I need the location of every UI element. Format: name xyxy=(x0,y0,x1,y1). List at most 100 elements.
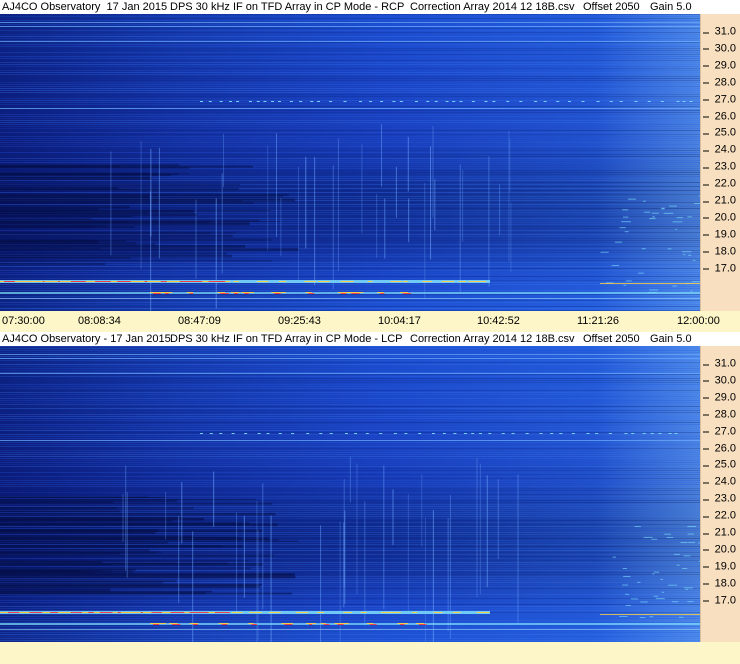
noise-stripe xyxy=(0,636,700,637)
noise-stripe xyxy=(0,426,700,427)
signal-dot xyxy=(236,101,240,102)
emission-speckle xyxy=(600,251,609,253)
lcp-spectrogram-panel: AJ4CO Observatory - 17 Jan 2015 DPS 30 k… xyxy=(0,332,740,664)
vertical-burst xyxy=(262,483,264,610)
noise-stripe xyxy=(0,122,700,123)
vertical-burst xyxy=(479,463,481,595)
interference-band-hot xyxy=(400,624,405,625)
noise-stripe xyxy=(0,118,700,119)
noise-stripe xyxy=(0,406,700,407)
noise-stripe xyxy=(0,54,700,55)
emission-speckle xyxy=(660,578,664,580)
signal-dot xyxy=(426,101,430,102)
vertical-burst xyxy=(243,515,245,598)
signal-dot xyxy=(674,433,678,434)
emission-speckle xyxy=(688,254,692,256)
emission-speckle xyxy=(622,216,629,218)
interference-band-hot xyxy=(377,292,384,293)
noise-stripe xyxy=(0,94,700,95)
interference-band-hot xyxy=(19,612,30,613)
interference-band-hot xyxy=(476,612,490,613)
noise-stripe xyxy=(0,14,700,15)
noise-stripe xyxy=(0,614,700,615)
interference-band-hot xyxy=(316,612,325,613)
signal-dot xyxy=(231,433,235,434)
frequency-tick: 24.0 xyxy=(702,475,736,488)
noise-stripe xyxy=(0,160,700,161)
signal-dot xyxy=(543,101,547,102)
emission-speckle xyxy=(649,289,659,291)
dark-patch xyxy=(0,519,173,522)
emission-speckle xyxy=(623,575,631,577)
signal-dot xyxy=(453,433,457,434)
interference-band-hot xyxy=(175,281,180,282)
dark-patch xyxy=(0,222,250,226)
interference-band-hot xyxy=(308,293,315,294)
noise-stripe xyxy=(0,446,700,447)
frequency-tick: 29.0 xyxy=(702,391,736,404)
signal-dot xyxy=(668,433,672,434)
dark-patch xyxy=(0,254,232,258)
noise-stripe xyxy=(0,78,700,79)
signal-dot xyxy=(534,101,538,102)
noise-stripe xyxy=(0,42,700,43)
reference-line xyxy=(0,440,700,441)
dark-patch xyxy=(0,215,133,217)
signal-dot xyxy=(595,433,599,434)
dark-patch xyxy=(0,573,295,576)
noise-stripe xyxy=(0,88,700,89)
noise-stripe xyxy=(0,70,700,71)
rcp-spectrogram-panel: AJ4CO Observatory 17 Jan 2015 DPS 30 kHz… xyxy=(0,0,740,332)
noise-stripe xyxy=(0,138,700,139)
noise-stripe xyxy=(0,262,700,263)
signal-dot xyxy=(501,433,505,434)
signal-dot xyxy=(317,101,321,102)
dark-patch xyxy=(0,551,162,553)
frequency-tick: 27.0 xyxy=(702,425,736,438)
rcp-instrument: DPS 30 kHz IF on TFD Array in CP Mode - … xyxy=(170,1,405,13)
interference-band xyxy=(0,298,700,299)
vertical-burst xyxy=(356,463,358,595)
interference-band-hot xyxy=(295,612,309,613)
emission-speckle xyxy=(622,568,628,570)
signal-dot xyxy=(291,433,295,434)
interference-band-hot xyxy=(189,623,199,624)
vertical-burst xyxy=(305,156,307,249)
signal-dot xyxy=(689,101,693,102)
signal-dot xyxy=(571,433,575,434)
interference-band-hot xyxy=(304,281,316,282)
noise-stripe xyxy=(0,304,700,305)
noise-stripe xyxy=(0,412,700,413)
signal-dot xyxy=(511,433,515,434)
frequency-tick: 25.0 xyxy=(702,126,736,139)
interference-band-hot xyxy=(340,293,347,294)
noise-stripe xyxy=(0,364,700,365)
noise-stripe xyxy=(0,402,700,403)
emission-speckle xyxy=(672,221,683,223)
interference-band-hot xyxy=(305,623,316,624)
noise-stripe xyxy=(0,400,700,401)
reference-line xyxy=(0,108,700,109)
interference-band-hot xyxy=(110,281,118,282)
time-tick: 11:21:26 xyxy=(577,315,620,327)
noise-stripe xyxy=(0,148,700,149)
noise-stripe xyxy=(0,398,700,399)
noise-stripe xyxy=(0,60,700,61)
rcp-offset: Offset 2050 xyxy=(583,1,640,13)
vertical-burst xyxy=(140,140,142,269)
frequency-tick: 26.0 xyxy=(702,110,736,122)
interference-band-hot xyxy=(271,292,286,293)
time-tick: 10:04:17 xyxy=(378,315,421,327)
time-tick: 12:00:00 xyxy=(677,315,720,327)
noise-stripe xyxy=(0,48,700,49)
noise-stripe xyxy=(0,120,700,121)
interference-band-hot xyxy=(112,612,118,613)
signal-dot xyxy=(452,101,456,102)
noise-stripe xyxy=(0,356,700,357)
dark-patch xyxy=(0,210,271,212)
dark-patch xyxy=(0,545,244,548)
interference-band-hot xyxy=(452,612,461,613)
signal-dot xyxy=(359,101,363,102)
signal-dot xyxy=(506,101,510,102)
noise-stripe xyxy=(0,56,700,57)
